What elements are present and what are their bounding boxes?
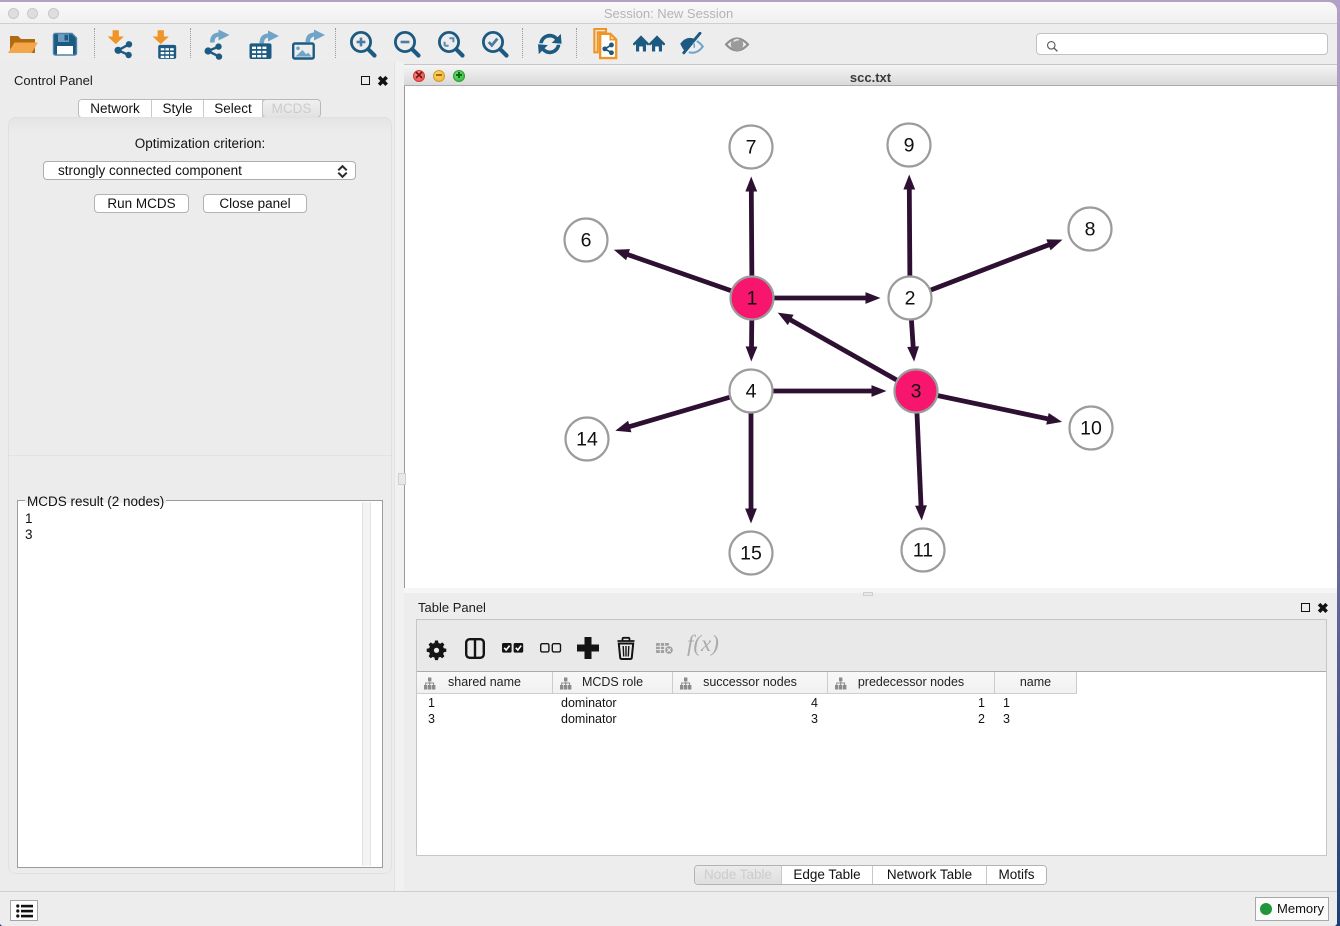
svg-text:8: 8 bbox=[1084, 218, 1095, 240]
svg-text:7: 7 bbox=[745, 136, 756, 158]
svg-text:10: 10 bbox=[1080, 417, 1102, 439]
svg-text:4: 4 bbox=[745, 380, 756, 402]
svg-text:15: 15 bbox=[740, 542, 762, 564]
svg-text:11: 11 bbox=[912, 539, 932, 561]
svg-text:1: 1 bbox=[746, 287, 757, 309]
svg-text:14: 14 bbox=[576, 428, 598, 450]
svg-text:9: 9 bbox=[903, 134, 914, 156]
svg-text:3: 3 bbox=[910, 380, 921, 402]
svg-text:2: 2 bbox=[904, 287, 915, 309]
svg-text:6: 6 bbox=[580, 229, 591, 251]
